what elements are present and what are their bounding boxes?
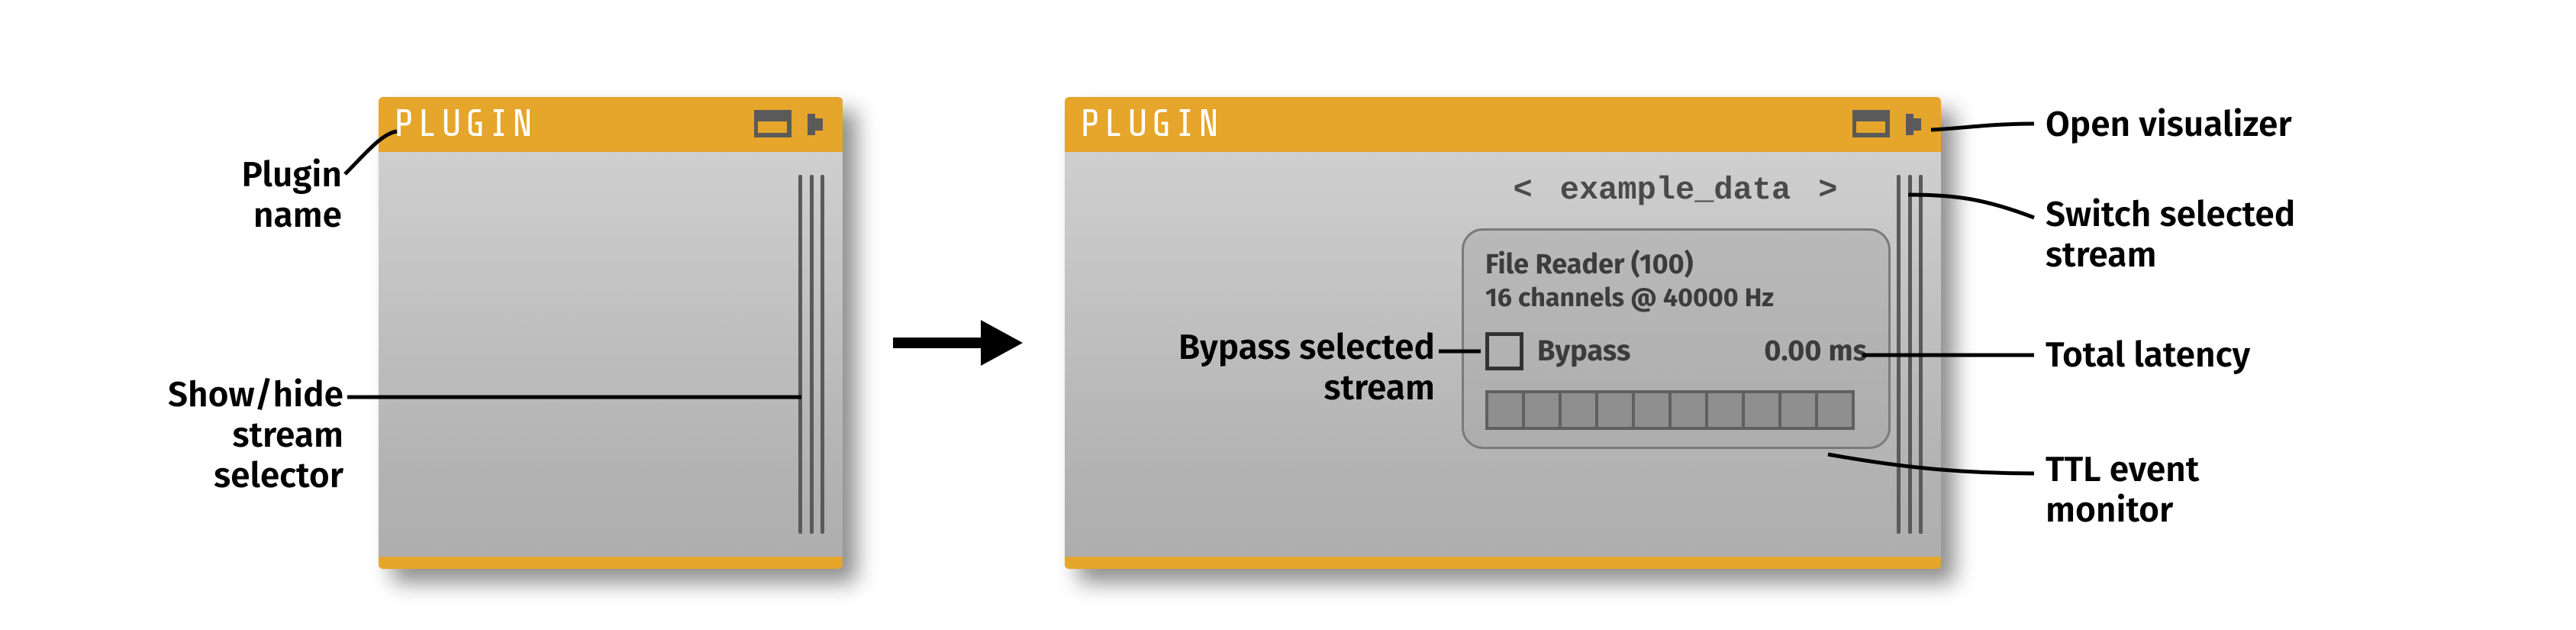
ttl-slot <box>1818 393 1852 427</box>
ttl-slot <box>1598 393 1635 427</box>
ttl-slot <box>1562 393 1598 427</box>
plugin-title: PLUGIN <box>1080 103 1222 146</box>
next-stream-button[interactable]: > <box>1818 172 1837 208</box>
visualizer-tab-icon[interactable] <box>804 109 827 140</box>
ttl-slot <box>1672 393 1708 427</box>
annotation-switch-stream: Switch selected stream <box>2046 195 2295 276</box>
ttl-slot <box>1708 393 1745 427</box>
prev-stream-button[interactable]: < <box>1514 172 1533 208</box>
stream-info-panel: File Reader (100) 16 channels @ 40000 Hz… <box>1462 228 1891 449</box>
titlebar: PLUGIN <box>379 97 843 152</box>
stream-name: example_data <box>1560 172 1791 208</box>
ttl-event-monitor <box>1485 390 1855 430</box>
bypass-checkbox[interactable] <box>1485 332 1523 370</box>
visualizer-tab-icon[interactable] <box>1903 109 1926 140</box>
stream-channels-label: 16 channels @ 40000 Hz <box>1485 283 1867 314</box>
plugin-title: PLUGIN <box>394 103 536 146</box>
annotation-plugin-name: Plugin name <box>128 156 342 237</box>
plugin-card-collapsed: PLUGIN <box>379 97 843 569</box>
titlebar: PLUGIN <box>1065 97 1941 152</box>
annotation-total-latency: Total latency <box>2046 336 2250 376</box>
latency-value: 0.00 ms <box>1764 334 1867 369</box>
visualizer-window-icon[interactable] <box>1852 109 1892 140</box>
ttl-slot <box>1745 393 1781 427</box>
visualizer-window-icon[interactable] <box>754 109 794 140</box>
stream-selector-nav: < example_data > <box>1462 172 1889 208</box>
ttl-slot <box>1781 393 1818 427</box>
ttl-slot <box>1635 393 1672 427</box>
annotation-open-visualizer: Open visualizer <box>2046 105 2292 146</box>
plugin-footer <box>379 557 843 569</box>
stream-source-label: File Reader (100) <box>1485 247 1867 281</box>
annotation-bypass: Bypass selected stream <box>1084 328 1435 409</box>
plugin-footer <box>1065 557 1941 569</box>
stream-selector-handle[interactable] <box>1897 175 1923 534</box>
annotation-ttl-monitor: TTL event monitor <box>2046 451 2199 531</box>
expand-arrow <box>893 316 1023 373</box>
bypass-label: Bypass <box>1537 334 1630 369</box>
stream-selector-handle[interactable] <box>798 175 824 534</box>
annotation-show-hide: Show/hide stream selector <box>61 376 343 497</box>
ttl-slot <box>1525 393 1562 427</box>
ttl-slot <box>1488 393 1525 427</box>
